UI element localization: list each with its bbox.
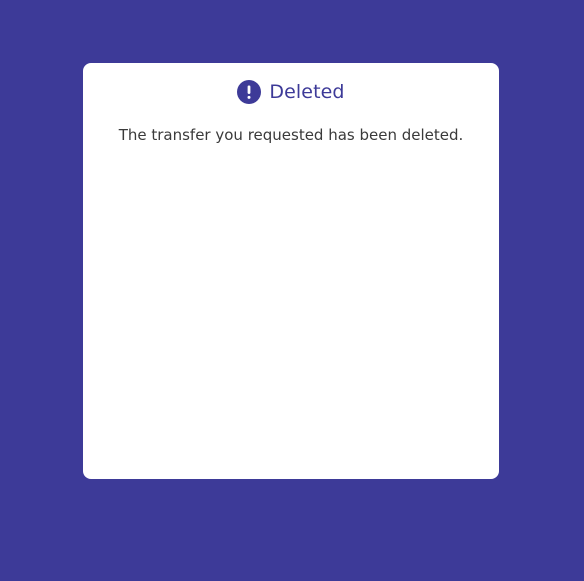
- status-header: Deleted: [83, 80, 499, 104]
- status-title: Deleted: [269, 81, 345, 103]
- status-message: The transfer you requested has been dele…: [118, 126, 464, 144]
- status-card: Deleted The transfer you requested has b…: [83, 63, 499, 479]
- alert-circle-icon: [237, 80, 262, 104]
- page-background: Deleted The transfer you requested has b…: [0, 0, 584, 581]
